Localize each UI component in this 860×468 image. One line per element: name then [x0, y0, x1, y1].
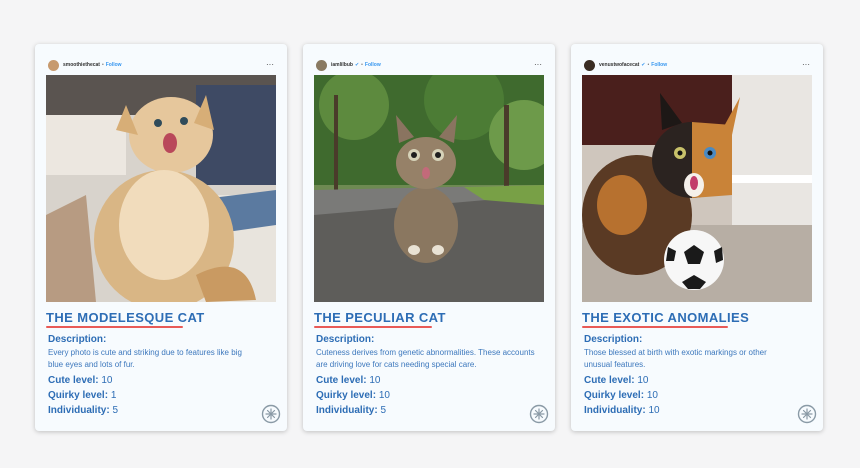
- title-underline: [582, 326, 728, 328]
- description-label: Description:: [48, 334, 107, 345]
- avatar[interactable]: [584, 59, 595, 71]
- ellipsis-icon[interactable]: ···: [266, 61, 274, 69]
- stat-label: Quirky level:: [48, 390, 109, 401]
- separator-dot: •: [101, 62, 104, 68]
- fluffy-cat-image: [46, 75, 276, 302]
- description-text: Cuteness derives from genetic abnormalit…: [316, 348, 535, 369]
- verified-icon: ✔: [641, 62, 646, 68]
- tabby-cat-image: [314, 75, 544, 302]
- title-underline: [46, 326, 183, 328]
- card-body: Description: Those blessed at birth with…: [584, 332, 814, 418]
- username[interactable]: smoothiethecat: [63, 62, 100, 68]
- stat-quirky: Quirky level: 10: [316, 388, 546, 403]
- stat-quirky: Quirky level: 1: [48, 388, 278, 403]
- stat-label: Cute level:: [316, 375, 367, 386]
- stat-value: 10: [648, 405, 660, 416]
- card-title: THE EXOTIC ANOMALIES: [582, 310, 750, 325]
- card-modelesque: smoothiethecat • Follow ··· THE MODELESQ…: [35, 44, 287, 431]
- separator-dot: •: [361, 62, 363, 68]
- card-title: THE PECULIAR CAT: [314, 310, 446, 325]
- avatar[interactable]: [48, 59, 59, 71]
- stat-label: Individuality:: [48, 405, 110, 416]
- follow-button[interactable]: Follow: [651, 62, 667, 68]
- stat-value: 10: [101, 375, 113, 386]
- description-text: Every photo is cute and striking due to …: [48, 348, 242, 369]
- stat-value: 1: [110, 390, 117, 401]
- ellipsis-icon[interactable]: ···: [802, 61, 810, 69]
- cat-photo: [582, 75, 812, 302]
- avatar[interactable]: [316, 59, 327, 71]
- cat-paw-badge-icon: [261, 404, 281, 424]
- stat-value: 10: [369, 375, 381, 386]
- cat-photo: [314, 75, 544, 302]
- follow-button[interactable]: Follow: [365, 62, 381, 68]
- username[interactable]: iamlilbub: [331, 62, 353, 68]
- stat-label: Individuality:: [316, 405, 378, 416]
- stat-label: Cute level:: [584, 375, 635, 386]
- stat-label: Cute level:: [48, 375, 99, 386]
- stat-individuality: Individuality: 5: [316, 403, 546, 418]
- card-peculiar: iamlilbub ✔ • Follow ··· THE PECULIAR CA…: [303, 44, 555, 431]
- two-faced-cat-image: [582, 75, 812, 302]
- cat-paw-badge-icon: [529, 404, 549, 424]
- follow-button[interactable]: Follow: [106, 62, 122, 68]
- stat-value: 10: [637, 375, 649, 386]
- stat-value: 10: [378, 390, 390, 401]
- card-header: venustwofacecat ✔ • Follow ···: [584, 58, 810, 72]
- username[interactable]: venustwofacecat: [599, 62, 639, 68]
- separator-dot: •: [647, 62, 650, 68]
- title-underline: [314, 326, 432, 328]
- stat-individuality: Individuality: 5: [48, 403, 278, 418]
- ellipsis-icon[interactable]: ···: [534, 61, 542, 69]
- stat-label: Individuality:: [584, 405, 646, 416]
- card-title: THE MODELESQUE CAT: [46, 310, 205, 325]
- stat-value: 10: [646, 390, 658, 401]
- cat-photo: [46, 75, 276, 302]
- cat-paw-badge-icon: [797, 404, 817, 424]
- stat-label: Quirky level:: [316, 390, 377, 401]
- stat-label: Quirky level:: [584, 390, 645, 401]
- card-exotic: venustwofacecat ✔ • Follow ··· THE EXOTI…: [571, 44, 823, 431]
- stat-cute: Cute level: 10: [316, 373, 546, 388]
- stat-value: 5: [380, 405, 387, 416]
- card-header: smoothiethecat • Follow ···: [48, 58, 274, 72]
- verified-icon: ✔: [354, 62, 360, 68]
- stat-value: 5: [112, 405, 119, 416]
- card-header: iamlilbub ✔ • Follow ···: [316, 58, 542, 72]
- description-label: Description:: [584, 334, 643, 345]
- card-body: Description: Every photo is cute and str…: [48, 332, 278, 418]
- stat-quirky: Quirky level: 10: [584, 388, 814, 403]
- description-label: Description:: [316, 334, 375, 345]
- stat-cute: Cute level: 10: [48, 373, 278, 388]
- description-text: Those blessed at birth with exotic marki…: [584, 348, 767, 369]
- stat-individuality: Individuality: 10: [584, 403, 814, 418]
- stat-cute: Cute level: 10: [584, 373, 814, 388]
- card-body: Description: Cuteness derives from genet…: [316, 332, 546, 418]
